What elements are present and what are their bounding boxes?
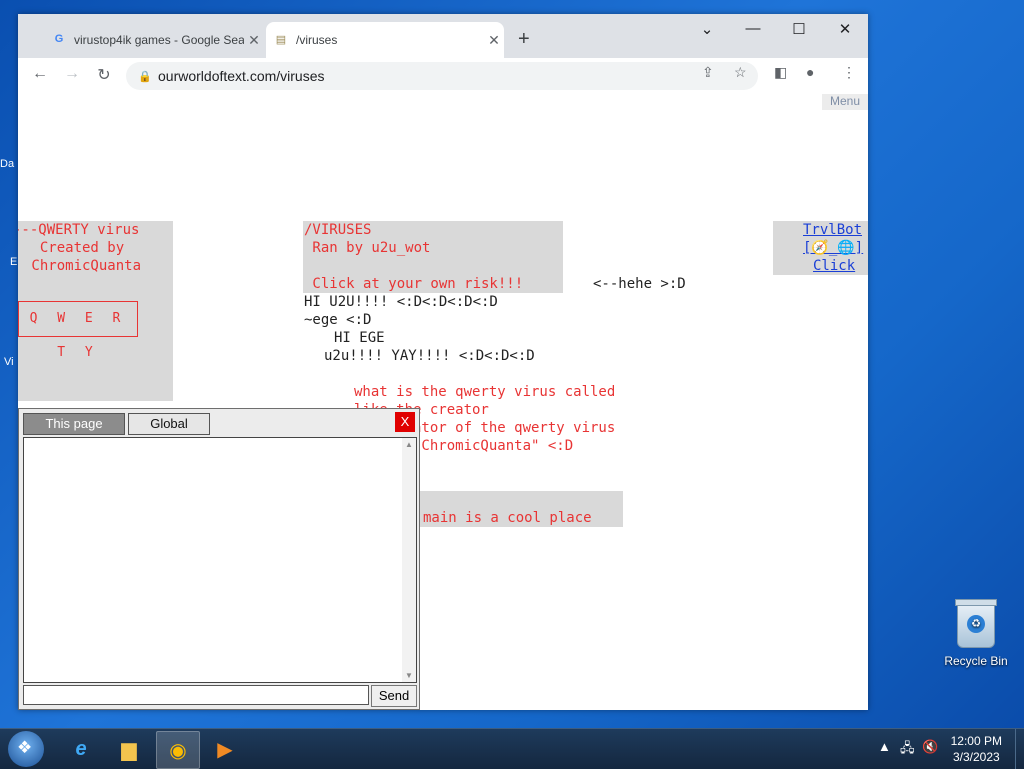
- chat-tab-this-page[interactable]: This page: [23, 413, 125, 435]
- internet-explorer-icon: e: [75, 737, 87, 760]
- maximize-button[interactable]: ☐: [784, 20, 814, 38]
- qwerty-line: ---QWERTY virus: [18, 222, 140, 238]
- lock-icon: 🔒: [138, 70, 152, 83]
- tab-viruses[interactable]: ▤ /viruses ✕: [266, 22, 504, 58]
- more-menu-icon[interactable]: ⋮: [842, 64, 856, 81]
- taskbar-chrome[interactable]: ◉: [156, 731, 200, 769]
- folder-icon: ▆: [121, 738, 137, 761]
- recycle-bin-icon: ♻: [955, 599, 997, 648]
- menu-button[interactable]: Menu: [822, 94, 868, 110]
- reload-button[interactable]: ↻: [92, 65, 116, 85]
- scroll-down-icon[interactable]: ▼: [405, 671, 413, 680]
- scroll-icon: ▤: [275, 34, 287, 46]
- page-text: ~ege <:D: [304, 312, 372, 328]
- browser-toolbar: ← → ↻ 🔒 ourworldoftext.com/viruses ⇪ ☆ ◧…: [18, 58, 868, 95]
- bookmark-star-icon[interactable]: ☆: [734, 64, 747, 81]
- show-desktop-button[interactable]: [1015, 729, 1024, 769]
- chat-send-button[interactable]: Send: [371, 685, 417, 707]
- page-text: what is the qwerty virus called: [354, 384, 616, 400]
- close-window-button[interactable]: ✕: [830, 20, 860, 38]
- clock-time: 12:00 PM: [950, 734, 1002, 748]
- taskbar-internet-explorer[interactable]: e: [60, 731, 102, 767]
- taskbar-media-player[interactable]: ▶: [204, 731, 246, 767]
- chat-close-button[interactable]: X: [395, 412, 415, 432]
- tab-title: /viruses: [296, 33, 338, 47]
- back-button[interactable]: ←: [28, 65, 52, 83]
- network-icon[interactable]: 🖧: [900, 739, 915, 761]
- start-button[interactable]: ❖: [8, 731, 44, 767]
- chat-panel: This page Global X ▲ ▼ Send: [18, 408, 420, 710]
- trvlbot-link[interactable]: TrvlBot: [803, 221, 862, 239]
- windows-logo-icon: ❖: [17, 738, 33, 757]
- tab-search-icon[interactable]: ⌄: [692, 20, 722, 38]
- page-text: HI U2U!!!! <:D<:D<:D<:D: [304, 294, 498, 310]
- page-text: main is a cool place: [423, 510, 592, 526]
- viruses-line: Ran by u2u_wot: [304, 240, 431, 256]
- trvlbot-emoji-link[interactable]: [🧭_🌐]: [803, 239, 863, 257]
- url-text: ourworldoftext.com/viruses: [158, 68, 325, 84]
- page-text: <--hehe >:D: [593, 276, 686, 292]
- address-bar[interactable]: 🔒 ourworldoftext.com/viruses: [126, 62, 758, 90]
- desktop-icon-fragment[interactable]: Da: [0, 158, 18, 170]
- viruses-line: /VIRUSES: [304, 222, 372, 238]
- close-tab-icon[interactable]: ✕: [244, 32, 264, 49]
- show-hidden-icons[interactable]: ▲: [878, 739, 891, 754]
- media-player-icon: ▶: [217, 738, 233, 761]
- tab-strip: G virustop4ik games - Google Sear ✕ ▤ /v…: [18, 14, 868, 58]
- volume-muted-icon[interactable]: 🔇: [922, 739, 938, 755]
- recycle-bin-label: Recycle Bin: [944, 654, 1008, 668]
- chat-scrollbar[interactable]: ▲ ▼: [402, 438, 416, 682]
- taskbar: ❖ e ▆ ◉ ▶ ▲ 🖧 🔇 12:00 PM 3/3/2023: [0, 728, 1024, 769]
- forward-button[interactable]: →: [60, 65, 84, 83]
- scroll-up-icon[interactable]: ▲: [405, 440, 413, 449]
- recycle-bin[interactable]: ♻ Recycle Bin: [940, 599, 1012, 668]
- browser-window: G virustop4ik games - Google Sear ✕ ▤ /v…: [18, 14, 868, 710]
- page-text: u2u!!!! YAY!!!! <:D<:D<:D: [324, 348, 535, 364]
- chat-tab-global[interactable]: Global: [128, 413, 210, 435]
- qwerty-box[interactable]: Q W E R T Y: [18, 301, 138, 360]
- system-clock[interactable]: 12:00 PM 3/3/2023: [951, 733, 1002, 765]
- chat-log[interactable]: ▲ ▼: [23, 437, 417, 683]
- minimize-button[interactable]: —: [738, 20, 768, 37]
- new-tab-button[interactable]: +: [518, 28, 530, 51]
- google-icon: G: [54, 33, 64, 45]
- trvlbot-click-link[interactable]: Click: [813, 257, 855, 275]
- page-content[interactable]: Menu ---QWERTY virus Created by ChromicQ…: [18, 94, 868, 710]
- tab-google-search[interactable]: G virustop4ik games - Google Sear ✕: [44, 22, 264, 58]
- tab-title: virustop4ik games - Google Sear: [74, 33, 244, 47]
- side-panel-icon[interactable]: ◧: [774, 64, 787, 81]
- qwerty-line: ChromicQuanta: [23, 258, 142, 274]
- qwerty-line: Created by: [23, 240, 125, 256]
- page-text: HI EGE: [334, 330, 385, 346]
- close-tab-icon[interactable]: ✕: [484, 32, 504, 49]
- chrome-icon: ◉: [169, 739, 187, 762]
- share-icon[interactable]: ⇪: [702, 64, 714, 81]
- clock-date: 3/3/2023: [952, 750, 1000, 764]
- taskbar-file-explorer[interactable]: ▆: [108, 731, 150, 767]
- viruses-line: Click at your own risk!!!: [304, 276, 524, 292]
- chat-input[interactable]: [23, 685, 369, 705]
- profile-avatar-icon[interactable]: ●: [806, 64, 814, 80]
